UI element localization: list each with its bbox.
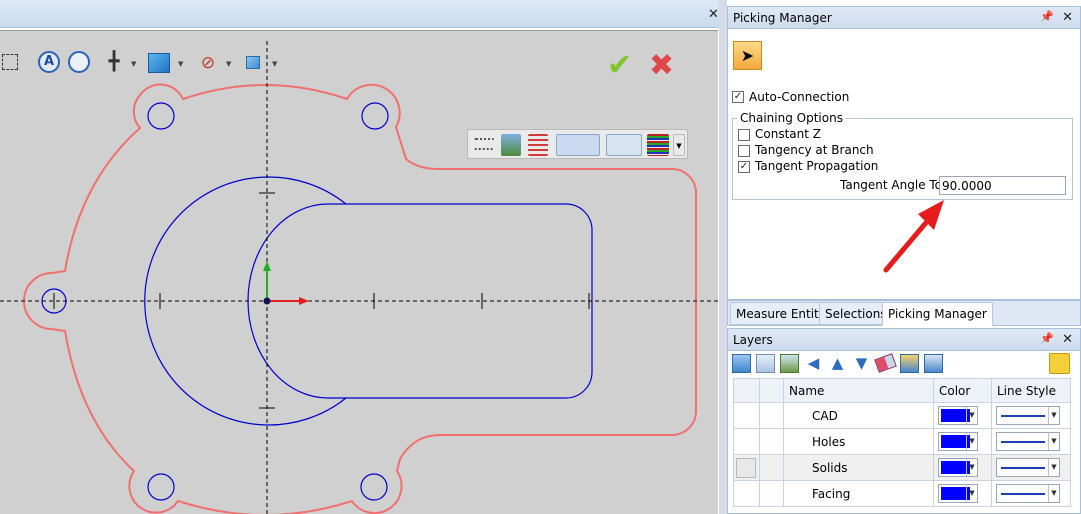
layer-lines-icon[interactable] [528,134,548,156]
left-arrow-icon[interactable]: ◀ [804,354,823,373]
hole-bottom-right [360,473,388,501]
color-dropdown[interactable]: ▼ [938,484,978,503]
table-row[interactable]: CAD ▼ ▼ [733,402,1071,429]
chaining-options-group: Chaining Options Constant Z Tangency at … [732,111,1073,200]
chevron-down-icon: ▼ [1048,459,1059,476]
constant-z-checkbox[interactable] [738,129,750,141]
tangent-propagation-label: Tangent Propagation [755,159,879,173]
chevron-down-icon: ▼ [1048,407,1059,424]
tangent-angle-tol-input[interactable] [939,176,1066,195]
splitter[interactable] [719,0,727,514]
table-row[interactable]: Solids ▼ ▼ [733,454,1071,481]
tangency-branch-label: Tangency at Branch [755,143,874,157]
zoom-text-icon[interactable]: A [38,51,60,73]
origin-icon[interactable]: ╋ [104,52,124,72]
layer-name[interactable]: Solids [783,454,934,481]
zoom-fit-icon[interactable] [68,51,90,73]
panel-title-bar: Picking Manager 📌 ✕ [728,7,1080,29]
hole-top-left [147,102,175,130]
chaining-options-label: Chaining Options [737,111,846,125]
table-row[interactable]: Facing ▼ ▼ [733,480,1071,507]
layer-name[interactable]: Facing [783,480,934,507]
close-icon[interactable]: ✕ [1062,332,1073,347]
eraser-icon[interactable] [874,353,897,373]
tag-icon[interactable] [1049,353,1070,374]
chevron-down-icon[interactable]: ▼ [272,60,277,68]
constant-z-label: Constant Z [755,127,821,141]
column-header-line-style[interactable]: Line Style [991,378,1071,403]
chevron-down-icon: ▼ [966,459,977,476]
layer-stack-icon[interactable] [501,134,521,156]
tab-picking-manager[interactable]: Picking Manager [882,302,993,326]
cube-view-icon[interactable] [148,53,170,73]
add-layer-icon[interactable] [732,354,751,373]
layers-table: Name Color Line Style CAD ▼ ▼ Holes ▼ ▼ … [733,378,1071,507]
chevron-down-icon[interactable]: ▼ [226,60,231,68]
annotation-arrow [883,200,944,273]
box-select-icon[interactable] [2,54,18,70]
part-drawing [0,41,718,514]
tab-measure-entity[interactable]: Measure Entity [730,302,832,325]
close-icon[interactable]: ✕ [1062,10,1073,25]
tangent-propagation-checkbox[interactable]: ✓ [738,161,750,173]
visibility-icon[interactable]: ⊘ [196,52,220,74]
auto-connection-label: Auto-Connection [749,90,850,104]
close-icon[interactable]: ✕ [708,8,719,21]
chevron-down-icon: ▼ [966,433,977,450]
import-icon[interactable] [900,354,919,373]
panel-title: Layers [733,333,773,347]
layer-fill-icon[interactable] [556,134,600,156]
panel-title: Picking Manager [733,11,832,25]
auto-connection-checkbox[interactable]: ✓ [732,91,744,103]
line-style-dropdown[interactable]: ▼ [996,484,1060,503]
color-dropdown[interactable]: ▼ [938,432,978,451]
pin-icon[interactable]: 📌 [1040,10,1054,23]
line-style-dropdown[interactable]: ▼ [996,458,1060,477]
color-stripes-icon[interactable] [647,134,669,156]
chevron-down-icon: ▼ [966,485,977,502]
graphics-canvas[interactable]: A ╋ ▼ ▼ ⊘ ▼ ▼ ✔ ✖ ▼ [0,30,718,514]
line-style-dropdown[interactable]: ▼ [996,432,1060,451]
row-selector[interactable] [736,457,756,478]
table-header-row: Name Color Line Style [733,378,1071,403]
pin-icon[interactable]: 📌 [1040,332,1054,345]
panel-title-bar: Layers 📌 ✕ [728,329,1080,351]
export-icon[interactable] [924,354,943,373]
layers-toolbar: ◀ ▲ ▼ [732,353,1072,375]
chevron-down-icon: ▼ [966,407,977,424]
hole-bottom-left [147,473,175,501]
up-arrow-icon[interactable]: ▲ [828,354,847,373]
floating-toolbar: ▼ [467,129,688,159]
layer-name[interactable]: CAD [783,402,934,429]
chevron-down-icon[interactable]: ▼ [673,134,685,156]
tangency-branch-checkbox[interactable] [738,145,750,157]
chevron-down-icon: ▼ [1048,433,1059,450]
x-icon[interactable]: ✖ [649,51,679,81]
new-layer-icon[interactable] [756,354,775,373]
layer-list-icon[interactable] [474,138,494,150]
line-style-dropdown[interactable]: ▼ [996,406,1060,425]
table-row[interactable]: Holes ▼ ▼ [733,428,1071,455]
column-header-name[interactable]: Name [783,378,934,403]
column-header-color[interactable]: Color [933,378,992,403]
document-tab-strip [0,0,727,28]
layer-name[interactable]: Holes [783,428,934,455]
color-dropdown[interactable]: ▼ [938,458,978,477]
hole-top-right [361,102,389,130]
pointer-tool-button[interactable]: ➤ [733,41,762,70]
panel-tab-strip: Measure Entity Selections Picking Manage… [727,300,1081,326]
line-style-icon[interactable] [606,134,642,156]
chevron-down-icon[interactable]: ▼ [178,60,183,68]
chevron-down-icon: ▼ [1048,485,1059,502]
chevron-down-icon[interactable]: ▼ [131,60,136,68]
down-arrow-icon[interactable]: ▼ [852,354,871,373]
layers-panel: Layers 📌 ✕ ◀ ▲ ▼ Name Color Line Style C… [727,328,1081,514]
color-dropdown[interactable]: ▼ [938,406,978,425]
layer-props-icon[interactable] [780,354,799,373]
checkmark-icon[interactable]: ✔ [607,51,639,81]
small-cube-icon[interactable] [246,56,260,69]
